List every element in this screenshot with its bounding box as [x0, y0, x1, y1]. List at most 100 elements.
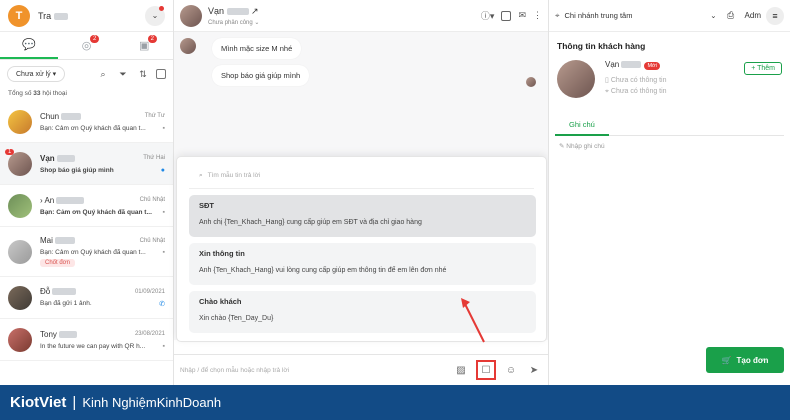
avatar: [8, 285, 32, 310]
more-icon[interactable]: ⋮: [533, 10, 542, 21]
tab-messenger[interactable]: ◎ 2: [58, 32, 116, 59]
conversation-item[interactable]: Đỗ 01/09/2021 Bạn đã gửi 1 ảnh. ✆: [0, 277, 173, 319]
conversation-date: Thứ Hai: [143, 155, 165, 161]
conversation-total: Tổng số 33 hội thoại: [8, 90, 67, 97]
assignment-select[interactable]: Chưa phân công ⌄: [208, 19, 259, 26]
checkbox-icon[interactable]: [501, 10, 512, 21]
conversation-date: Chủ Nhật: [139, 197, 165, 203]
filter-icon[interactable]: ⏷: [116, 67, 130, 81]
last-message: Shop báo giá giúp mình: [40, 166, 114, 174]
tab-comments[interactable]: ▣ 2: [115, 32, 173, 59]
brand-separator: |: [72, 394, 77, 411]
avatar: [180, 38, 196, 54]
template-search-input[interactable]: ⌕ Tìm mẫu tin trả lời: [189, 163, 534, 189]
avatar: [8, 109, 32, 134]
user-menu-button[interactable]: ⌄: [145, 5, 165, 26]
notification-dot: [159, 5, 164, 11]
pencil-icon: ✎: [559, 143, 565, 150]
compose-bar: Nhập / để chọn mẫu hoặc nhập trả lời ▨ ☐…: [174, 354, 548, 385]
conversation-date: 01/09/2021: [134, 288, 165, 295]
create-order-button[interactable]: 🛒 Tạo đơn: [706, 347, 784, 373]
brand-logo: KiotViet: [10, 394, 67, 411]
avatar: [180, 4, 202, 27]
conversation-item[interactable]: Mai Chủ Nhật Bạn: Cảm ơn Quý khách đã qu…: [0, 227, 173, 277]
branch-select[interactable]: Chi nhánh trung tâm ⌄: [565, 11, 717, 20]
sort-icon[interactable]: ⇅: [136, 67, 150, 81]
cart-icon: 🛒: [721, 355, 732, 365]
template-item[interactable]: SĐT Anh chị {Ten_Khach_Hang} cung cấp gi…: [189, 195, 536, 237]
conversation-tag: Chốt đơn: [40, 259, 75, 267]
tab-all-chats[interactable]: 💬: [0, 32, 58, 59]
conversation-item[interactable]: Tony 23/08/2021 In the future we can pay…: [0, 319, 173, 361]
user-name: Tra: [38, 11, 68, 21]
chat-contact-name[interactable]: Vạn ↗: [208, 6, 259, 17]
search-icon: ⌕: [199, 171, 203, 179]
location-icon: ⌖: [605, 88, 609, 95]
conversation-date: Thứ Tư: [144, 113, 165, 119]
hamburger-icon[interactable]: ≡: [766, 6, 784, 25]
last-message: Bạn: Cảm ơn Quý khách đã quan t...: [40, 124, 146, 132]
conversation-item[interactable]: Chun Thứ Tư Bạn: Cảm ơn Quý khách đã qua…: [0, 101, 173, 143]
message-input[interactable]: Nhập / để chọn mẫu hoặc nhập trả lời: [180, 367, 446, 374]
last-message: Bạn: Cảm ơn Quý khách đã quan t...: [40, 249, 146, 256]
template-item[interactable]: Xin thông tin Anh {Ten_Khach_Hang} vui l…: [189, 243, 536, 285]
avatar: [557, 60, 595, 98]
phone-icon: ✆: [159, 301, 165, 308]
external-link-icon[interactable]: ↗: [251, 6, 259, 16]
customer-phone: ▯ Chưa có thông tin: [605, 77, 667, 84]
contact-name: Chun: [40, 112, 82, 121]
unread-badge: 1: [5, 148, 15, 155]
notes-tabbar: Ghi chú: [555, 118, 784, 136]
select-all-checkbox[interactable]: [156, 69, 166, 79]
incoming-message: Mình mặc size M nhé: [212, 38, 302, 59]
comment-icon: ▪: [162, 124, 165, 132]
incoming-message: Shop báo giá giúp mình: [212, 65, 310, 86]
search-icon[interactable]: ⌕: [96, 67, 110, 81]
contact-name: Mai: [40, 236, 76, 245]
chat-panel: Vạn ↗ Chưa phân công ⌄ ⓘ▾ ✉ ⋮ Mình mặc s…: [174, 0, 548, 385]
customer-card: Vạn Mới ▯ Chưa có thông tin ⌖ Chưa có th…: [549, 60, 790, 98]
printer-icon[interactable]: ⎙: [722, 7, 740, 25]
location-icon: ⌖: [555, 10, 560, 20]
user-avatar[interactable]: T: [8, 4, 30, 27]
annotation-arrow: [461, 298, 485, 343]
quick-reply-icon[interactable]: ☐: [476, 360, 496, 380]
send-icon[interactable]: ➤: [526, 362, 542, 378]
info-icon[interactable]: ⓘ▾: [481, 9, 495, 22]
conversation-item[interactable]: 1 Vạn Thứ Hai Shop báo giá giúp mình ●: [0, 143, 173, 185]
last-message: Bạn: Cảm ơn Quý khách đã quan t...: [40, 208, 152, 216]
messenger-icon: ●: [160, 166, 165, 174]
image-icon[interactable]: ▨: [453, 362, 469, 378]
template-content: Anh chị {Ten_Khach_Hang} cung cấp giúp e…: [199, 219, 422, 226]
chevron-down-icon: ⌄: [151, 11, 159, 20]
avatar: [8, 239, 32, 264]
channel-tabs: 💬 ◎ 2 ▣ 2: [0, 32, 173, 60]
tab-badge: 2: [147, 35, 157, 43]
tab-badge: 2: [89, 35, 100, 43]
customer-info-title: Thông tin khách hàng: [557, 41, 646, 51]
template-title: SĐT: [199, 201, 214, 210]
conversation-date: 23/08/2021: [134, 331, 165, 337]
tab-notes[interactable]: Ghi chú: [555, 118, 609, 136]
user-header: T Tra ⌄: [0, 0, 173, 32]
conversation-item[interactable]: › An Chủ Nhật Bạn: Cảm ơn Quý khách đã q…: [0, 185, 173, 227]
add-customer-button[interactable]: + Thêm: [744, 62, 782, 75]
note-input[interactable]: ✎ Nhập ghi chú: [549, 136, 790, 156]
phone-icon: ▯: [605, 77, 609, 84]
status-select[interactable]: Chưa xử lý ▾: [7, 66, 66, 82]
avatar: 1: [5, 148, 32, 176]
last-message: In the future we can pay with QR h...: [40, 342, 146, 350]
brand-banner: KiotViet | Kinh NghiệmKinhDoanh: [0, 385, 790, 420]
template-title: Xin thông tin: [199, 249, 245, 258]
template-content: Anh {Ten_Khach_Hang} vui lòng cung cấp g…: [199, 267, 447, 274]
avatar: [8, 327, 32, 352]
right-header: ⌖ Chi nhánh trung tâm ⌄ ⎙ Adm ≡: [549, 0, 790, 32]
mail-icon[interactable]: ✉: [518, 10, 526, 21]
filter-bar: Chưa xử lý ▾ ⌕ ⏷ ⇅: [0, 60, 173, 88]
emoji-icon[interactable]: ☺: [503, 362, 519, 378]
conversation-panel: T Tra ⌄ 💬 ◎ 2 ▣ 2 Chưa xử lý ▾ ⌕ ⏷ ⇅ Tổng …: [0, 0, 174, 385]
contact-name: Tony: [40, 330, 78, 339]
comment-icon: ▪: [162, 208, 165, 216]
admin-menu[interactable]: Adm: [745, 11, 761, 20]
app-window: T Tra ⌄ 💬 ◎ 2 ▣ 2 Chưa xử lý ▾ ⌕ ⏷ ⇅ Tổng …: [0, 0, 790, 385]
